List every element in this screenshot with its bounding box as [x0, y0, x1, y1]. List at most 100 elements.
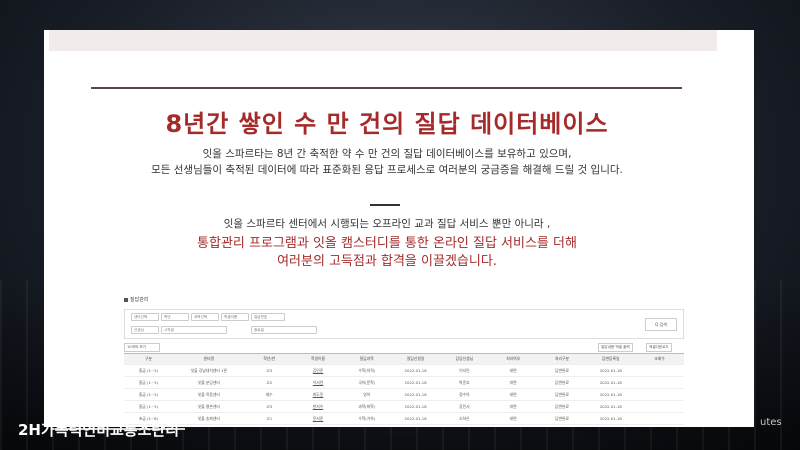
table-cell	[635, 388, 684, 401]
table-cell: 장예린	[293, 424, 343, 427]
excel-download-button: 엑셀다운로드	[646, 343, 672, 352]
table-cell: 2022-01-18	[586, 424, 636, 427]
table-cell: 대면	[488, 388, 538, 401]
col-header: 센터명	[172, 353, 245, 365]
table-cell: 잇올 일산센터	[172, 424, 245, 427]
table-row: 중급 (1~3) 잇올 목동센터 재수 최도윤 영어 2022-01-18 정수아 대면 답변완…	[124, 388, 684, 401]
col-header: 조회수	[635, 353, 684, 365]
table-cell: 2022-01-18	[586, 400, 636, 413]
mini-divider	[370, 204, 400, 206]
table-cell: 대면	[488, 400, 538, 413]
table-cell: 잇올 송파센터	[172, 412, 245, 425]
export-content-button: 질답내용 엑셀 출력	[598, 343, 633, 352]
filter-panel: 센터선택 학년 과목선택 학생이름 질답번호 선생님 시작일 종료일 Q 검색	[124, 309, 684, 339]
table-cell: 영어	[342, 388, 392, 401]
top-band	[49, 30, 717, 51]
table-cell: 중급 (1~3)	[124, 376, 173, 389]
table-cell: 김민준	[293, 364, 343, 377]
table-cell: 재수	[244, 388, 294, 401]
table-cell: 고2	[244, 376, 294, 389]
col-header: 학생이름	[293, 353, 343, 365]
filter-end-date: 종료일	[251, 326, 317, 334]
table-cell: 윤서준	[293, 412, 343, 425]
table-cell: 답변완료	[537, 364, 587, 377]
qa-database-screenshot: 질답관리 센터선택 학년 과목선택 학생이름 질답번호 선생님 시작일 종료일 …	[124, 296, 684, 427]
table-cell: 정수아	[439, 388, 489, 401]
table-cell: 과학(화학)	[342, 400, 392, 413]
table-cell: 대면	[488, 364, 538, 377]
table-cell: 이지민	[439, 364, 489, 377]
qa-table: 구분 센터명 학년/반 학생이름 질답과목 질답신청일 담당선생님 처리여부 처…	[124, 353, 684, 427]
filter-teacher: 선생님	[131, 326, 159, 334]
filter-subject: 과목선택	[191, 313, 219, 321]
filter-student: 학생이름	[221, 313, 249, 321]
col-header: 질답신청일	[391, 353, 440, 365]
col-header: 담당선생님	[439, 353, 489, 365]
table-cell: 박준호	[439, 376, 489, 389]
caption-strike	[55, 428, 185, 430]
col-header: 학년/반	[244, 353, 294, 365]
table-cell: 2022-01-18	[586, 376, 636, 389]
table-cell: 수학(기하)	[342, 412, 392, 425]
table-cell: 2022-01-18	[586, 364, 636, 377]
table-cell: 중급 (1~3)	[124, 400, 173, 413]
divider-rule	[91, 87, 682, 89]
table-cell	[635, 400, 684, 413]
table-cell: 답변완료	[537, 376, 587, 389]
col-header: 질답과목	[342, 353, 392, 365]
table-cell: 2022-01-18	[391, 364, 440, 377]
table-cell	[635, 412, 684, 425]
info-line: 잇올 스파르타 센터에서 시행되는 오프라인 교과 질답 서비스 뿐만 아니라 …	[223, 218, 551, 230]
table-cell: 대면	[488, 424, 538, 427]
col-header: 구분	[124, 353, 173, 365]
subtitle-line-2: 모든 선생님들이 축적된 데이터에 따라 표준화된 응답 프로세스로 여러분의 …	[151, 164, 623, 176]
table-cell: 답변완료	[537, 388, 587, 401]
table-cell: 답변완료	[537, 412, 587, 425]
table-cell: 수학(미적)	[342, 364, 392, 377]
table-cell: 최도윤	[293, 388, 343, 401]
table-cell: 2022-01-18	[391, 424, 440, 427]
search-button: Q 검색	[645, 318, 677, 331]
table-cell: 강민서	[439, 400, 489, 413]
db-label-text: 질답관리	[130, 297, 149, 303]
table-body: 중급 (1~3) 잇올 강남대치센터 1관 고3 김민준 수학(미적) 2022-01-1…	[124, 364, 684, 427]
table-cell: 국어(문학)	[342, 376, 392, 389]
table-cell: 이서연	[293, 376, 343, 389]
table-row: 중급 (1~3) 잇올 강남대치센터 1관 고3 김민준 수학(미적) 2022-01-1…	[124, 364, 684, 377]
table-row: 중급 (1~3) 잇올 평촌센터 고3 한지우 과학(화학) 2022-01-18 강민서 대…	[124, 400, 684, 413]
col-header: 처리구분	[537, 353, 587, 365]
db-label: 질답관리	[124, 296, 684, 303]
table-cell: 임도현	[439, 424, 489, 427]
minutes-fragment: utes	[760, 417, 782, 428]
table-cell: 2022-01-18	[391, 388, 440, 401]
table-cell: 2022-01-18	[391, 400, 440, 413]
filter-start-date: 시작일	[161, 326, 227, 334]
table-cell: 사회탐구	[342, 424, 392, 427]
table-cell: 답변완료	[537, 424, 587, 427]
table-cell: 2022-01-18	[391, 412, 440, 425]
table-cell: 중급 (1~3)	[124, 388, 173, 401]
table-row: 초급 (1~6) 잇올 송파센터 고1 윤서준 수학(기하) 2022-01-18 오하은 대…	[124, 412, 684, 425]
filter-qa-number: 질답번호	[251, 313, 285, 321]
table-cell: 대면	[488, 412, 538, 425]
red-line-1: 통합관리 프로그램과 잇올 캠스터디를 통한 온라인 질답 서비스를 더해	[197, 236, 577, 251]
subtitle-line-1: 잇올 스파르타는 8년 간 축적한 약 수 만 건의 질답 데이터베이스를 보유…	[202, 148, 572, 160]
table-cell: 잇올 분당센터	[172, 376, 245, 389]
filter-center: 센터선택	[131, 313, 159, 321]
table-cell: 고3	[244, 400, 294, 413]
table-cell: 잇올 평촌센터	[172, 400, 245, 413]
table-cell	[635, 424, 684, 427]
table-cell: 고3	[244, 364, 294, 377]
table-header: 구분 센터명 학년/반 학생이름 질답과목 질답신청일 담당선생님 처리여부 처…	[124, 353, 684, 365]
table-cell: 대면	[488, 376, 538, 389]
table-cell: 중급 (1~3)	[124, 364, 173, 377]
table-row: 중급 (1~3) 잇올 분당센터 고2 이서연 국어(문학) 2022-01-18 박준호 대…	[124, 376, 684, 389]
filter-grade: 학년	[161, 313, 189, 321]
table-tools: 10개씩 보기 질답내용 엑셀 출력 엑셀다운로드	[124, 339, 684, 353]
table-cell: 2022-01-18	[586, 412, 636, 425]
table-cell	[635, 364, 684, 377]
slide-image: 8년간 쌓인 수 만 건의 질답 데이터베이스 잇올 스파르타는 8년 간 축적…	[44, 30, 754, 427]
col-header: 처리여부	[488, 353, 538, 365]
table-cell: 잇올 강남대치센터 1관	[172, 364, 245, 377]
headline: 8년간 쌓인 수 만 건의 질답 데이터베이스	[165, 110, 609, 138]
